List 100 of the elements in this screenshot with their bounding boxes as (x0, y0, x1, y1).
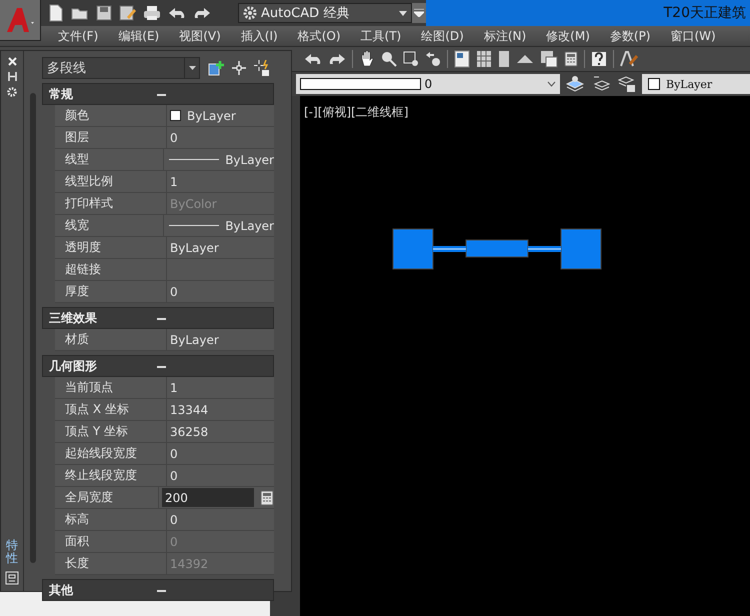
undo-icon[interactable] (168, 6, 186, 20)
calculator-icon[interactable] (564, 51, 578, 67)
sheet-set-icon[interactable] (540, 50, 558, 68)
property-name: 线型 (55, 149, 164, 170)
section-header[interactable]: 三维效果 (42, 307, 274, 329)
section-title: 其他 (49, 582, 74, 598)
property-name: 材质 (55, 329, 167, 350)
property-value: ByLayer (187, 108, 236, 122)
palette-tab[interactable]: 特性 (6, 538, 18, 565)
section-header[interactable]: 常规 (42, 83, 274, 105)
property-value: ByLayer (170, 332, 219, 346)
menu-item[interactable]: 窗口(W) (660, 28, 726, 44)
section-title: 三维效果 (49, 310, 98, 326)
menu-item[interactable]: 编辑(E) (108, 28, 170, 44)
undo-icon[interactable] (304, 52, 322, 66)
menu-item[interactable]: 视图(V) (169, 28, 231, 44)
zoom-previous-icon[interactable] (425, 51, 441, 67)
property-name: 终止线段宽度 (55, 465, 167, 486)
property-value: 0 (170, 468, 178, 482)
property-name: 长度 (55, 553, 167, 574)
make-current-layer-icon[interactable] (566, 75, 584, 93)
zoom-window-icon[interactable] (403, 51, 419, 67)
help-icon[interactable] (591, 51, 607, 67)
text-style-icon[interactable] (620, 50, 638, 68)
menu-item[interactable]: 标注(N) (474, 28, 536, 44)
menu-item[interactable]: 修改(M) (536, 28, 600, 44)
property-value: 0 (170, 446, 178, 460)
property-name: 面积 (55, 531, 167, 552)
input-field[interactable]: 200 (162, 488, 254, 507)
customize-toolbar-button[interactable] (412, 3, 426, 23)
settings-icon[interactable] (7, 87, 17, 97)
color-swatch (170, 110, 181, 121)
palette-icon[interactable] (454, 50, 470, 68)
viewport-label[interactable]: [-][俯视][二维线框] (304, 104, 408, 121)
app-menu-button[interactable] (0, 0, 41, 41)
panel-icon[interactable] (5, 571, 19, 585)
line-sample (169, 225, 220, 226)
property-name: 颜色 (55, 105, 167, 126)
property-value: 1 (170, 174, 178, 188)
section-header[interactable]: 几何图形 (42, 355, 274, 377)
property-value: 0 (170, 284, 178, 298)
customize-icon (414, 9, 424, 17)
section-title: 几何图形 (49, 358, 98, 374)
property-name: 顶点 X 坐标 (55, 399, 167, 420)
layer-dropdown[interactable]: 0 (296, 74, 560, 94)
property-value: ByLayer (225, 152, 274, 166)
redo-icon[interactable] (193, 6, 211, 20)
property-name: 透明度 (55, 237, 167, 258)
object-type-dropdown[interactable]: 多段线 (42, 57, 200, 79)
quick-select-icon[interactable] (208, 60, 224, 76)
menu-item[interactable]: 参数(P) (600, 28, 660, 44)
property-value: 0 (170, 534, 178, 548)
select-objects-icon[interactable] (232, 61, 246, 75)
menu-item[interactable]: 绘图(D) (411, 28, 474, 44)
zoom-icon[interactable] (381, 51, 397, 67)
autocad-logo-icon (5, 6, 35, 34)
property-name: 打印样式 (55, 193, 167, 214)
property-name: 标高 (55, 509, 167, 530)
property-value: 14392 (170, 556, 208, 570)
menu-item[interactable]: 工具(T) (350, 28, 412, 44)
property-value: 1 (170, 380, 178, 394)
property-value: 0 (170, 130, 178, 144)
calculator-icon[interactable] (260, 490, 274, 506)
line-sample (169, 159, 220, 160)
printer-icon[interactable] (143, 5, 161, 21)
property-name: 线宽 (55, 215, 164, 236)
property-value: 13344 (170, 402, 208, 416)
property-name: 图层 (55, 127, 167, 148)
chevron-icon (547, 81, 556, 87)
menu-item[interactable]: 格式(O) (288, 28, 351, 44)
property-name: 起始线段宽度 (55, 443, 167, 464)
redo-icon[interactable] (328, 52, 346, 66)
layer-previous-icon[interactable] (592, 75, 610, 93)
auto-hide-icon[interactable] (8, 72, 16, 81)
property-name: 顶点 Y 坐标 (55, 421, 167, 442)
new-file-icon[interactable] (48, 4, 64, 22)
save-edit-icon[interactable] (119, 5, 136, 21)
property-value: ByColor (170, 196, 217, 210)
layer-states-icon[interactable] (618, 75, 636, 93)
gear-icon (243, 6, 257, 20)
caret-icon (399, 10, 407, 16)
property-value: 36258 (170, 424, 208, 438)
grid-icon[interactable] (476, 50, 492, 68)
property-value: ByLayer (170, 240, 219, 254)
menu-item[interactable]: 文件(F) (48, 28, 108, 44)
pickadd-icon[interactable] (254, 60, 270, 76)
property-name: 当前顶点 (55, 377, 167, 398)
hand-icon[interactable] (359, 50, 375, 68)
property-name: 全局宽度 (55, 487, 159, 508)
workspace-dropdown[interactable]: AutoCAD 经典 (238, 3, 412, 23)
window-title: T20天正建筑 (426, 0, 750, 26)
property-value: 0 (170, 512, 178, 526)
close-icon[interactable] (8, 57, 16, 66)
save-icon[interactable] (96, 5, 112, 21)
property-name: 厚度 (55, 281, 167, 302)
property-name: 超链接 (55, 259, 167, 280)
section-header[interactable]: 其他 (42, 579, 274, 601)
section-title: 常规 (49, 86, 74, 102)
color-dropdown[interactable]: ByLayer (642, 74, 750, 94)
menu-item[interactable]: 插入(I) (230, 28, 288, 44)
